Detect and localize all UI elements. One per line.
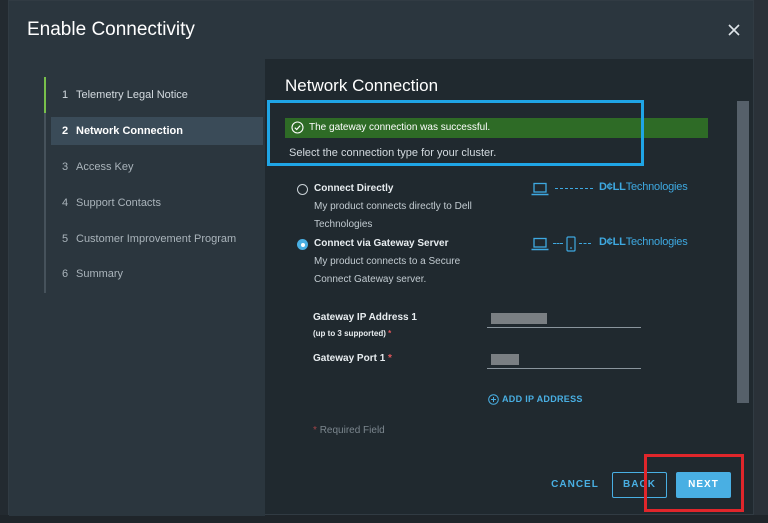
gateway-port-input[interactable] (487, 351, 641, 369)
dialog-title: Enable Connectivity (27, 19, 195, 40)
connection-line (553, 243, 563, 244)
dell-technologies-logo: D¢LLTechnologies (599, 181, 688, 193)
enable-connectivity-dialog: Enable Connectivity 1 Telemetry Legal Not… (8, 0, 754, 516)
step-number: 4 (62, 197, 69, 209)
step-customer-improvement-program[interactable]: 5 Customer Improvement Program (51, 225, 263, 253)
connect-directly-radio[interactable] (297, 184, 308, 195)
close-icon (728, 24, 740, 36)
wizard-stepper: 1 Telemetry Legal Notice 2 Network Connect… (9, 59, 265, 516)
plus-circle-icon (488, 394, 499, 405)
connect-via-gateway-radio[interactable] (297, 239, 308, 250)
background-app-right (754, 0, 768, 523)
dell-technologies-logo: D¢LLTechnologies (599, 236, 688, 248)
gateway-server-icon (566, 236, 576, 252)
step-access-key[interactable]: 3 Access Key (51, 153, 263, 181)
dialog-header: Enable Connectivity (9, 1, 753, 59)
step-label: Support Contacts (76, 197, 161, 209)
step-number: 2 (62, 125, 69, 137)
connect-directly-label[interactable]: Connect Directly (314, 183, 393, 194)
add-ip-address-label: ADD IP ADDRESS (502, 394, 583, 404)
connection-line (555, 188, 593, 189)
background-app-bottom (0, 515, 768, 523)
gateway-ip-sublabel: (up to 3 supported) * (313, 329, 392, 338)
step-label: Summary (76, 268, 124, 280)
step-number: 6 (62, 268, 69, 280)
step-summary[interactable]: 6 Summary (51, 260, 263, 288)
step-number: 1 (62, 89, 69, 101)
step-number: 5 (62, 233, 69, 245)
laptop-icon (531, 237, 549, 251)
direct-connection-diagram: D¢LLTechnologies (531, 181, 701, 197)
gateway-ip-label: Gateway IP Address 1 (313, 312, 417, 323)
close-button[interactable] (725, 21, 743, 39)
redacted-value (491, 313, 547, 324)
step-support-contacts[interactable]: 4 Support Contacts (51, 189, 263, 217)
step-label: Access Key (76, 161, 134, 173)
step-label: Customer Improvement Program (76, 233, 237, 245)
redacted-value (491, 354, 519, 365)
background-app-left (0, 0, 8, 523)
cancel-button[interactable]: CANCEL (545, 472, 605, 498)
highlight-box-blue (267, 100, 644, 166)
connect-directly-description: My product connects directly to Dell Tec… (314, 201, 472, 230)
gateway-port-label: Gateway Port 1 * (313, 353, 392, 364)
required-field-note: * Required Field (313, 425, 385, 436)
step-number: 3 (62, 161, 69, 173)
step-network-connection[interactable]: 2 Network Connection (51, 117, 263, 145)
connection-line (579, 243, 591, 244)
add-ip-address-button[interactable]: ADD IP ADDRESS (488, 394, 583, 405)
laptop-icon (531, 182, 549, 196)
section-title: Network Connection (285, 76, 439, 95)
highlight-box-red (644, 454, 744, 512)
connect-via-gateway-description: My product connects to a Secure Connect … (314, 256, 461, 285)
connect-via-gateway-label[interactable]: Connect via Gateway Server (314, 238, 449, 249)
step-label: Network Connection (76, 125, 183, 137)
step-label: Telemetry Legal Notice (76, 89, 188, 101)
step-telemetry-legal-notice[interactable]: 1 Telemetry Legal Notice (51, 81, 263, 109)
gateway-ip-input[interactable] (487, 310, 641, 328)
scrollbar-thumb[interactable] (737, 101, 749, 403)
stepper-progress (44, 77, 46, 113)
gateway-connection-diagram: D¢LLTechnologies (531, 236, 701, 252)
